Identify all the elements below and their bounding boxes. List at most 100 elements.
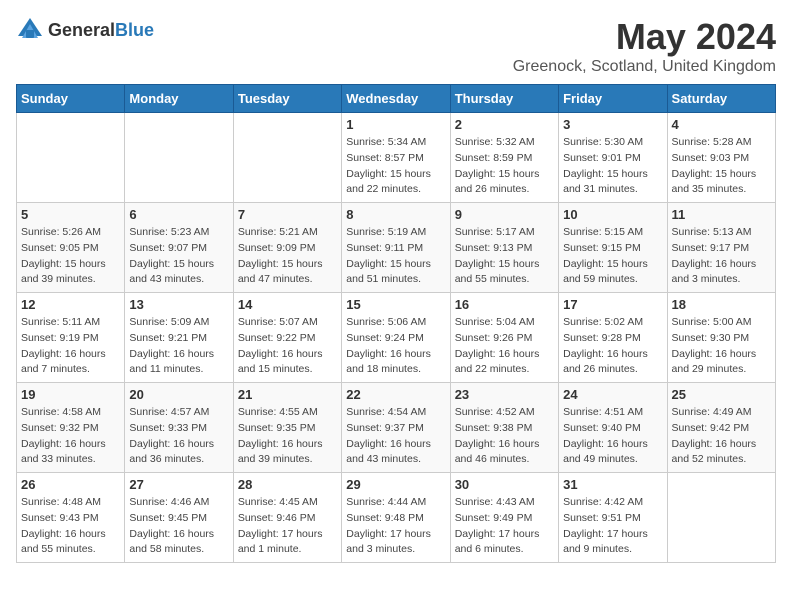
- day-info: Sunrise: 5:21 AM Sunset: 9:09 PM Dayligh…: [238, 225, 337, 288]
- day-number: 21: [238, 387, 337, 402]
- title-section: May 2024 Greenock, Scotland, United King…: [513, 16, 776, 76]
- logo-blue: Blue: [115, 20, 154, 40]
- header-day-tuesday: Tuesday: [233, 85, 341, 113]
- calendar-cell: 22 Sunrise: 4:54 AM Sunset: 9:37 PM Dayli…: [342, 383, 450, 473]
- day-info: Sunrise: 5:19 AM Sunset: 9:11 PM Dayligh…: [346, 225, 445, 288]
- day-number: 22: [346, 387, 445, 402]
- day-number: 18: [672, 297, 771, 312]
- calendar-header-row: SundayMondayTuesdayWednesdayThursdayFrid…: [17, 85, 776, 113]
- calendar-cell: 27 Sunrise: 4:46 AM Sunset: 9:45 PM Dayli…: [125, 473, 233, 563]
- calendar-cell: [125, 113, 233, 203]
- day-number: 7: [238, 207, 337, 222]
- day-number: 10: [563, 207, 662, 222]
- logo-text: GeneralBlue: [48, 20, 154, 41]
- calendar-cell: 15 Sunrise: 5:06 AM Sunset: 9:24 PM Dayli…: [342, 293, 450, 383]
- day-number: 27: [129, 477, 228, 492]
- day-info: Sunrise: 4:54 AM Sunset: 9:37 PM Dayligh…: [346, 405, 445, 468]
- calendar-cell: 16 Sunrise: 5:04 AM Sunset: 9:26 PM Dayli…: [450, 293, 558, 383]
- header-day-saturday: Saturday: [667, 85, 775, 113]
- calendar-cell: 4Sunrise: 5:28 AM Sunset: 9:03 PM Daylig…: [667, 113, 775, 203]
- header-day-thursday: Thursday: [450, 85, 558, 113]
- calendar-week-row: 26Sunrise: 4:48 AM Sunset: 9:43 PM Dayli…: [17, 473, 776, 563]
- day-info: Sunrise: 4:43 AM Sunset: 9:49 PM Dayligh…: [455, 495, 554, 558]
- subtitle: Greenock, Scotland, United Kingdom: [513, 58, 776, 76]
- day-number: 29: [346, 477, 445, 492]
- day-info: Sunrise: 5:30 AM Sunset: 9:01 PM Dayligh…: [563, 135, 662, 198]
- calendar-cell: 3 Sunrise: 5:30 AM Sunset: 9:01 PM Daylig…: [559, 113, 667, 203]
- day-info: Sunrise: 5:07 AM Sunset: 9:22 PM Dayligh…: [238, 315, 337, 378]
- day-info: Sunrise: 5:06 AM Sunset: 9:24 PM Dayligh…: [346, 315, 445, 378]
- calendar-cell: 24Sunrise: 4:51 AM Sunset: 9:40 PM Dayli…: [559, 383, 667, 473]
- calendar-cell: 10 Sunrise: 5:15 AM Sunset: 9:15 PM Dayli…: [559, 203, 667, 293]
- day-info: Sunrise: 4:49 AM Sunset: 9:42 PM Dayligh…: [672, 405, 771, 468]
- calendar-cell: 19Sunrise: 4:58 AM Sunset: 9:32 PM Dayli…: [17, 383, 125, 473]
- calendar-cell: 9 Sunrise: 5:17 AM Sunset: 9:13 PM Daylig…: [450, 203, 558, 293]
- day-info: Sunrise: 4:55 AM Sunset: 9:35 PM Dayligh…: [238, 405, 337, 468]
- day-info: Sunrise: 5:02 AM Sunset: 9:28 PM Dayligh…: [563, 315, 662, 378]
- calendar-cell: 20 Sunrise: 4:57 AM Sunset: 9:33 PM Dayli…: [125, 383, 233, 473]
- day-number: 1: [346, 117, 445, 132]
- day-info: Sunrise: 5:15 AM Sunset: 9:15 PM Dayligh…: [563, 225, 662, 288]
- calendar-cell: 8 Sunrise: 5:19 AM Sunset: 9:11 PM Daylig…: [342, 203, 450, 293]
- calendar-cell: 26Sunrise: 4:48 AM Sunset: 9:43 PM Dayli…: [17, 473, 125, 563]
- day-number: 20: [129, 387, 228, 402]
- day-info: Sunrise: 4:45 AM Sunset: 9:46 PM Dayligh…: [238, 495, 337, 558]
- day-info: Sunrise: 5:11 AM Sunset: 9:19 PM Dayligh…: [21, 315, 120, 378]
- logo-icon: [16, 16, 44, 44]
- calendar-week-row: 5Sunrise: 5:26 AM Sunset: 9:05 PM Daylig…: [17, 203, 776, 293]
- day-info: Sunrise: 4:58 AM Sunset: 9:32 PM Dayligh…: [21, 405, 120, 468]
- day-info: Sunrise: 4:46 AM Sunset: 9:45 PM Dayligh…: [129, 495, 228, 558]
- calendar-cell: 31Sunrise: 4:42 AM Sunset: 9:51 PM Dayli…: [559, 473, 667, 563]
- day-info: Sunrise: 4:44 AM Sunset: 9:48 PM Dayligh…: [346, 495, 445, 558]
- day-number: 4: [672, 117, 771, 132]
- day-info: Sunrise: 5:09 AM Sunset: 9:21 PM Dayligh…: [129, 315, 228, 378]
- header-day-friday: Friday: [559, 85, 667, 113]
- calendar-cell: 18 Sunrise: 5:00 AM Sunset: 9:30 PM Dayli…: [667, 293, 775, 383]
- day-number: 30: [455, 477, 554, 492]
- calendar-cell: 29 Sunrise: 4:44 AM Sunset: 9:48 PM Dayli…: [342, 473, 450, 563]
- day-info: Sunrise: 5:17 AM Sunset: 9:13 PM Dayligh…: [455, 225, 554, 288]
- day-info: Sunrise: 5:00 AM Sunset: 9:30 PM Dayligh…: [672, 315, 771, 378]
- header-day-sunday: Sunday: [17, 85, 125, 113]
- day-info: Sunrise: 4:52 AM Sunset: 9:38 PM Dayligh…: [455, 405, 554, 468]
- day-number: 23: [455, 387, 554, 402]
- calendar-table: SundayMondayTuesdayWednesdayThursdayFrid…: [16, 84, 776, 563]
- day-number: 6: [129, 207, 228, 222]
- calendar-cell: [233, 113, 341, 203]
- day-number: 16: [455, 297, 554, 312]
- day-number: 28: [238, 477, 337, 492]
- calendar-cell: 25 Sunrise: 4:49 AM Sunset: 9:42 PM Dayli…: [667, 383, 775, 473]
- day-number: 11: [672, 207, 771, 222]
- calendar-cell: 21 Sunrise: 4:55 AM Sunset: 9:35 PM Dayli…: [233, 383, 341, 473]
- day-number: 9: [455, 207, 554, 222]
- header-day-wednesday: Wednesday: [342, 85, 450, 113]
- day-info: Sunrise: 5:34 AM Sunset: 8:57 PM Dayligh…: [346, 135, 445, 198]
- calendar-cell: [17, 113, 125, 203]
- day-number: 17: [563, 297, 662, 312]
- day-info: Sunrise: 5:04 AM Sunset: 9:26 PM Dayligh…: [455, 315, 554, 378]
- day-number: 5: [21, 207, 120, 222]
- day-number: 24: [563, 387, 662, 402]
- logo: GeneralBlue: [16, 16, 154, 44]
- calendar-week-row: 19Sunrise: 4:58 AM Sunset: 9:32 PM Dayli…: [17, 383, 776, 473]
- day-number: 2: [455, 117, 554, 132]
- day-info: Sunrise: 5:13 AM Sunset: 9:17 PM Dayligh…: [672, 225, 771, 288]
- day-number: 3: [563, 117, 662, 132]
- calendar-cell: 17 Sunrise: 5:02 AM Sunset: 9:28 PM Dayli…: [559, 293, 667, 383]
- day-info: Sunrise: 5:32 AM Sunset: 8:59 PM Dayligh…: [455, 135, 554, 198]
- calendar-cell: 14 Sunrise: 5:07 AM Sunset: 9:22 PM Dayli…: [233, 293, 341, 383]
- day-number: 31: [563, 477, 662, 492]
- calendar-cell: 28 Sunrise: 4:45 AM Sunset: 9:46 PM Dayli…: [233, 473, 341, 563]
- day-info: Sunrise: 4:57 AM Sunset: 9:33 PM Dayligh…: [129, 405, 228, 468]
- calendar-cell: 13 Sunrise: 5:09 AM Sunset: 9:21 PM Dayli…: [125, 293, 233, 383]
- calendar-cell: 30 Sunrise: 4:43 AM Sunset: 9:49 PM Dayli…: [450, 473, 558, 563]
- header-day-monday: Monday: [125, 85, 233, 113]
- day-number: 15: [346, 297, 445, 312]
- calendar-cell: 1 Sunrise: 5:34 AM Sunset: 8:57 PM Daylig…: [342, 113, 450, 203]
- day-number: 14: [238, 297, 337, 312]
- day-number: 8: [346, 207, 445, 222]
- calendar-cell: [667, 473, 775, 563]
- day-number: 26: [21, 477, 120, 492]
- day-number: 13: [129, 297, 228, 312]
- day-number: 25: [672, 387, 771, 402]
